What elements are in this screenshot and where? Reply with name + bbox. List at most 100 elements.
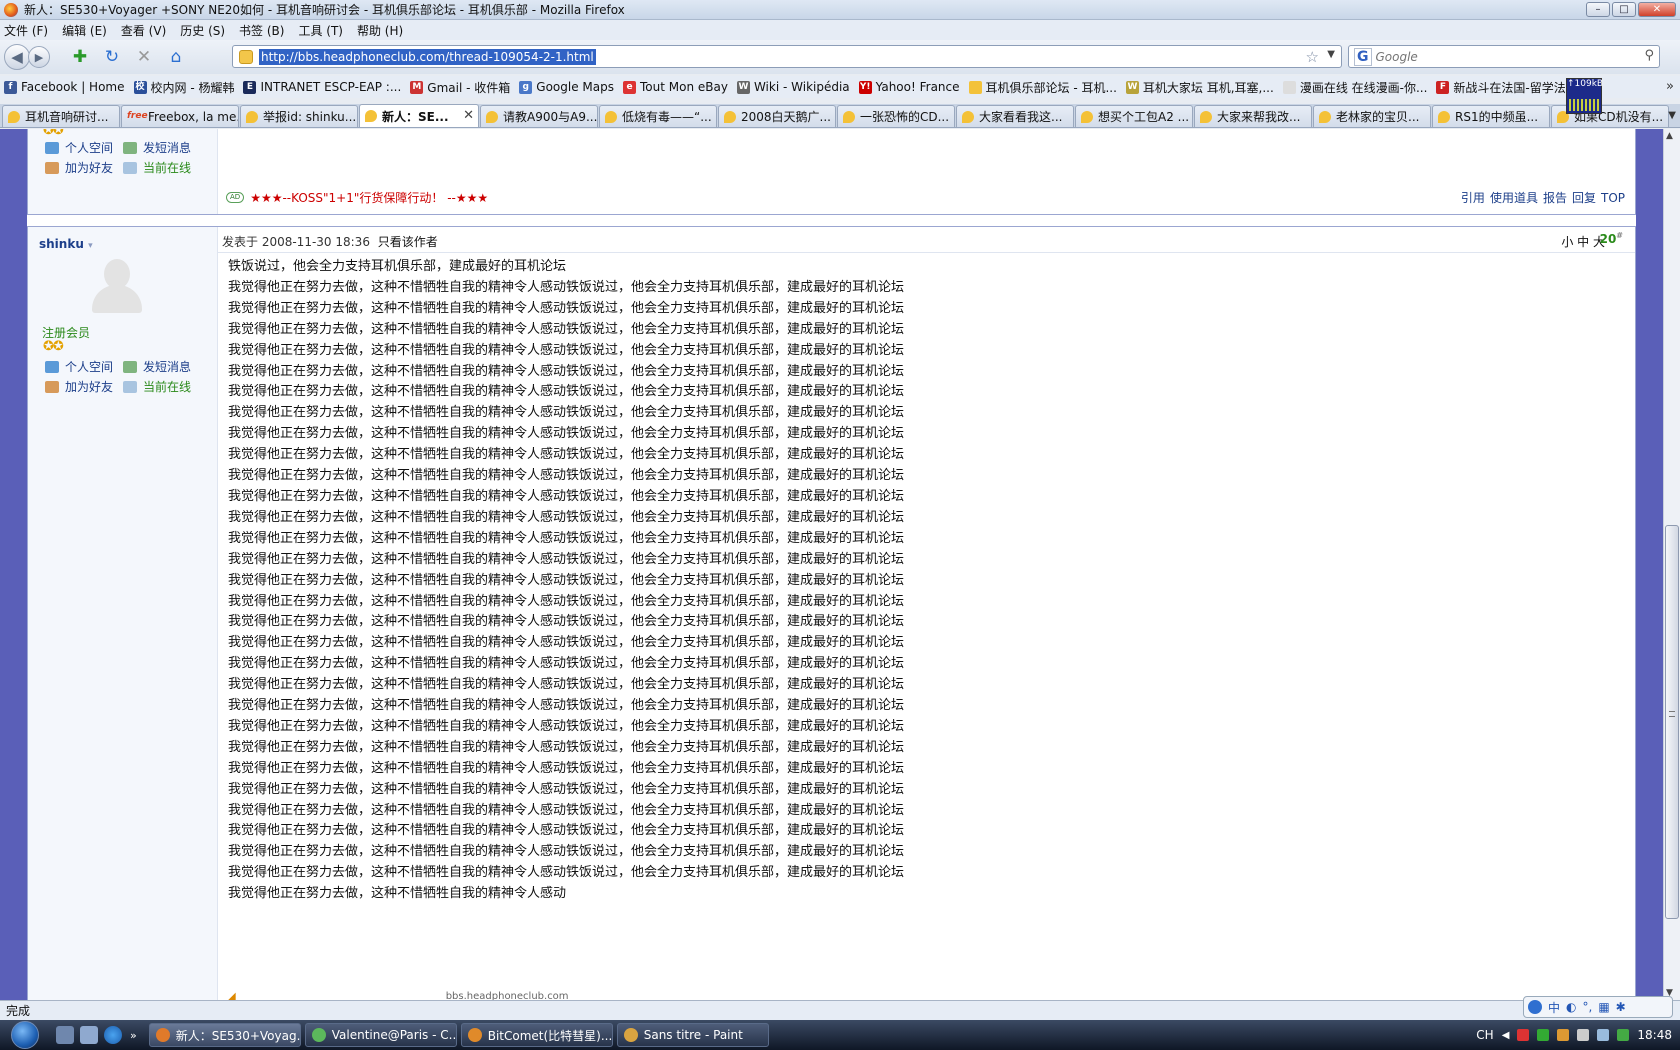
menu-bookmarks[interactable]: 书签 (B) [239, 22, 284, 39]
search-engine-icon[interactable]: G [1354, 47, 1372, 66]
browser-tab[interactable]: RS1的中频虽... [1432, 105, 1550, 127]
browser-tab[interactable]: 老林家的宝贝... [1313, 105, 1431, 127]
network-icon[interactable] [1577, 1029, 1590, 1041]
start-button[interactable] [0, 1020, 50, 1050]
tab-label: 举报id: shinku... [263, 110, 357, 124]
menu-help[interactable]: 帮助 (H) [357, 22, 403, 39]
taskbar-button[interactable]: Sans titre - Paint [616, 1023, 769, 1047]
browser-tab[interactable]: 举报id: shinku... [240, 105, 358, 127]
reload-icon[interactable]: ↻ [100, 45, 124, 69]
personal-space-link[interactable]: 个人空间 [45, 358, 113, 375]
taskbar-button[interactable]: BitComet(比特彗星)... [460, 1023, 613, 1047]
scroll-up-icon[interactable]: ▲ [1666, 131, 1673, 141]
author-username[interactable]: shinku ▾ [39, 237, 93, 251]
scrollbar-thumb[interactable] [1665, 525, 1679, 919]
font-size-controls[interactable]: 小 中 大 [1561, 233, 1605, 250]
bookmark-item[interactable]: 漫画在线 在线漫画-你... [1282, 79, 1427, 96]
browser-tab[interactable]: 大家来帮我改... [1194, 105, 1312, 127]
bookmark-item[interactable]: W 耳机大家坛 耳机,耳塞,... [1125, 79, 1274, 96]
switch-windows-icon[interactable] [80, 1026, 98, 1044]
bookmark-star-icon[interactable]: ☆ [1306, 48, 1319, 66]
home-space-icon [45, 360, 59, 373]
ad-text[interactable]: ★★★--KOSS"1+1"行货保障行动！ --★★★ [250, 189, 488, 206]
search-bar[interactable]: G ⚲ [1348, 45, 1660, 68]
ime-mode-icon[interactable]: 中 [1548, 999, 1560, 1016]
menu-history[interactable]: 历史 (S) [180, 22, 225, 39]
send-message-link[interactable]: 发短消息 [123, 358, 191, 375]
browser-tab[interactable]: 一张恐怖的CD... [837, 105, 955, 127]
bookmarks-overflow-icon[interactable]: » [1666, 79, 1674, 94]
browser-tab[interactable]: 请教A900与A9... [480, 105, 598, 127]
use-item-link[interactable]: 使用道具 [1490, 191, 1538, 205]
bookmark-item[interactable]: 耳机俱乐部论坛 - 耳机... [968, 79, 1117, 96]
ad-banner[interactable]: AD ★★★--KOSS"1+1"行货保障行动！ --★★★ [226, 189, 488, 206]
browser-tab[interactable]: 耳机音响研讨... [2, 105, 120, 127]
menu-view[interactable]: 查看 (V) [121, 22, 166, 39]
bookmark-item[interactable]: E INTRANET ESCP-EAP :... [243, 80, 401, 94]
bookmark-item[interactable]: Y! Yahoo! France [858, 80, 960, 94]
close-button[interactable]: ✕ [1638, 2, 1676, 17]
volume-icon[interactable] [1597, 1029, 1610, 1041]
ime-logo-icon[interactable] [1528, 1000, 1542, 1014]
chevron-down-icon[interactable]: ▾ [88, 241, 93, 251]
add-friend-link[interactable]: 加为好友 [45, 159, 113, 176]
url-dropdown-icon[interactable]: ▼ [1327, 49, 1335, 60]
close-tab-icon[interactable]: ✕ [463, 108, 474, 123]
browser-tab[interactable]: 想买个工包A2 ... [1075, 105, 1193, 127]
internet-explorer-icon[interactable] [104, 1026, 122, 1044]
ime-halfwidth-icon[interactable]: ◐ [1566, 1000, 1576, 1014]
search-icon[interactable]: ⚲ [1644, 48, 1654, 63]
bookmark-item[interactable]: W Wiki - Wikipédia [736, 80, 850, 94]
bookmark-item[interactable]: f Facebook | Home [4, 80, 125, 94]
minimize-button[interactable]: – [1586, 2, 1610, 17]
browser-tab[interactable]: 新人：SE... ✕ [359, 104, 479, 127]
bookmark-item[interactable]: g Google Maps [519, 80, 614, 94]
maximize-button[interactable]: □ [1612, 2, 1636, 17]
forward-button[interactable]: ▶ [28, 46, 50, 68]
ime-toolbar[interactable]: 中 ◐ °, ▦ ✱ [1523, 996, 1673, 1018]
show-desktop-icon[interactable] [56, 1026, 74, 1044]
msn-icon[interactable] [1537, 1029, 1550, 1041]
search-input[interactable] [1375, 49, 1616, 64]
taskbar-button[interactable]: Valentine@Paris - C... [304, 1023, 457, 1047]
bookmark-item[interactable]: 校校内网 - 杨耀韩 [133, 79, 234, 96]
browser-tab[interactable]: 2008白天鹅广... [718, 105, 836, 127]
home-icon[interactable]: ⌂ [164, 45, 188, 69]
add-friend-link[interactable]: 加为好友 [45, 378, 113, 395]
browser-tab[interactable]: 大家看看我这... [956, 105, 1074, 127]
address-bar[interactable]: http://bbs.headphoneclub.com/thread-1090… [232, 45, 1342, 68]
back-button[interactable]: ◀ [4, 44, 30, 70]
ime-settings-icon[interactable]: ✱ [1616, 1000, 1626, 1014]
menu-file[interactable]: 文件 (F) [4, 22, 48, 39]
reply-link[interactable]: 回复 [1572, 191, 1596, 205]
ime-punct-icon[interactable]: °, [1583, 1000, 1593, 1014]
url-text[interactable]: http://bbs.headphoneclub.com/thread-1090… [259, 48, 596, 65]
send-message-link[interactable]: 发短消息 [123, 139, 191, 156]
report-link[interactable]: 报告 [1543, 191, 1567, 205]
bitcomet-tray-icon[interactable] [1557, 1029, 1570, 1041]
bookmark-item[interactable]: M Gmail - 收件箱 [410, 79, 510, 96]
top-link[interactable]: TOP [1601, 191, 1625, 205]
browser-tab[interactable]: free Freebox, la me... [121, 105, 239, 127]
menu-edit[interactable]: 编辑 (E) [62, 22, 107, 39]
security-icon[interactable] [1517, 1029, 1530, 1041]
personal-space-link[interactable]: 个人空间 [45, 139, 113, 156]
power-icon[interactable] [1617, 1029, 1630, 1041]
bookmark-item[interactable]: e Tout Mon eBay [623, 80, 728, 94]
stop-icon[interactable]: ✕ [132, 45, 156, 69]
only-author-link[interactable]: 只看该作者 [378, 235, 438, 249]
clock[interactable]: 18:48 [1637, 1028, 1672, 1042]
language-indicator[interactable]: CH [1476, 1028, 1493, 1042]
taskbar-button[interactable]: 新人：SE530+Voyag... [148, 1023, 301, 1047]
window-titlebar[interactable]: 新人：SE530+Voyager +SONY NE20如何 - 耳机音响研讨会 … [0, 0, 1680, 20]
quote-link[interactable]: 引用 [1461, 191, 1485, 205]
tray-expand-icon[interactable]: ◀ [1502, 1030, 1510, 1041]
menu-tools[interactable]: 工具 (T) [298, 22, 343, 39]
browser-tab[interactable]: 低烧有毒——“... [599, 105, 717, 127]
ime-keyboard-icon[interactable]: ▦ [1598, 1000, 1609, 1014]
add-bookmark-icon[interactable]: ✚ [68, 45, 92, 69]
vertical-scrollbar[interactable]: ▲ ▼ [1663, 129, 1680, 1000]
tab-list-dropdown-icon[interactable]: ▼ [1668, 110, 1676, 121]
quicklaunch-overflow-icon[interactable]: » [130, 1029, 137, 1042]
bookmark-item[interactable]: F 新战斗在法国-留学法... [1436, 79, 1577, 96]
